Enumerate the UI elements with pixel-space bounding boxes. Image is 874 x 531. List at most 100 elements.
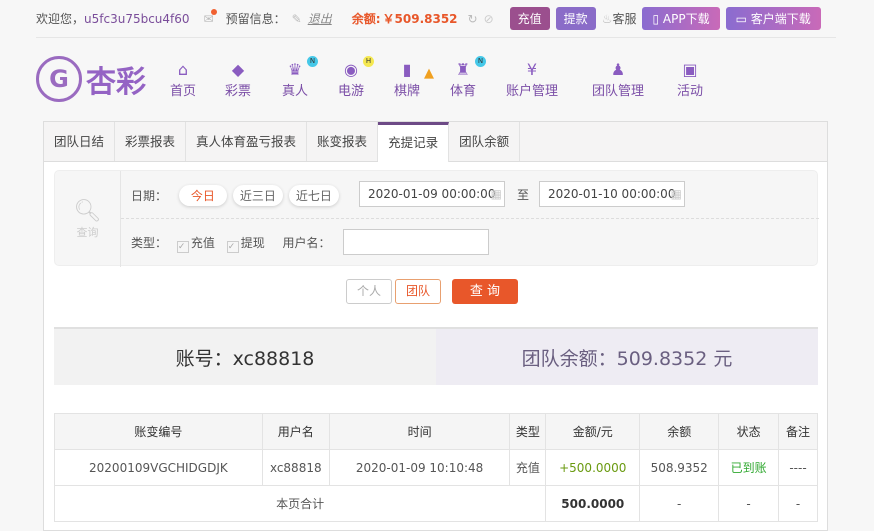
nav-label: 真人	[282, 84, 309, 99]
search-icon: 🔍︎	[73, 199, 102, 224]
end-date-value: 2020-01-10 00:00:00	[548, 187, 676, 201]
column-header: 用户名	[261, 413, 330, 450]
table-cell: 2020-01-09 10:10:48	[328, 449, 511, 486]
report-tabs: 团队日结 彩票报表 真人体育盈亏报表 账变报表 充提记录 团队余额	[44, 122, 827, 162]
table-cell: 充值	[509, 449, 547, 486]
username: u5fc3u75bcu4f60	[84, 11, 190, 26]
nav-item-1[interactable]: ◆ 彩票	[225, 60, 251, 99]
deposit-button[interactable]: 充值	[509, 7, 550, 30]
reserved-label: 预留信息：	[225, 12, 286, 26]
logo-emblem-icon: G	[36, 56, 82, 102]
service-label: 客服	[612, 12, 637, 26]
query-label: 查询	[76, 226, 99, 239]
trophy-icon: ♜ N	[450, 56, 487, 80]
nav-label: 体育	[450, 84, 477, 99]
welcome-label: 欢迎您，	[36, 12, 85, 26]
hide-balance-icon[interactable]: ⊘	[484, 12, 494, 26]
calendar-icon[interactable]: ▦	[671, 182, 682, 206]
column-header: 时间	[328, 413, 511, 450]
app-download-label: APP下载	[662, 12, 710, 26]
total-label: 本页合计	[53, 485, 547, 522]
tab-3[interactable]: 账变报表	[307, 122, 379, 161]
nav-item-5[interactable]: ♜ N 体育	[450, 56, 487, 99]
nav-label: 活动	[677, 84, 704, 99]
nav-item-3[interactable]: ◉ H 电游	[338, 56, 375, 99]
client-download-label: 客户端下载	[750, 12, 811, 26]
tab-2[interactable]: 真人体育盈亏报表	[186, 122, 308, 161]
edit-icon[interactable]: ✎	[292, 12, 302, 26]
calendar-icon[interactable]: ▦	[491, 182, 502, 206]
personal-button[interactable]: 个人	[346, 279, 392, 304]
filter-box: 🔍︎ 查询 日期： 今日 近三日 近七日 2020-01-09 00:00:00 ▦ 至…	[54, 170, 819, 267]
top-bar: 欢迎您， u5fc3u75bcu4f60 ✉ 预留信息： ✎ 退出 余额: ￥509…	[36, 0, 836, 38]
column-header: 类型	[509, 413, 547, 450]
date-row: 日期： 今日 近三日 近七日	[131, 185, 345, 206]
ticket-icon: ◆	[231, 60, 245, 79]
mail-icon[interactable]: ✉	[204, 8, 217, 26]
team-button[interactable]: 团队	[395, 279, 441, 304]
nav-item-6[interactable]: ¥ 账户管理	[506, 60, 558, 99]
divider	[121, 218, 819, 219]
team-icon: ♟	[610, 60, 626, 79]
main-nav: G 杏彩 ⌂ 首页 ◆ 彩票 ♛ N 真人 ◉ H 电游 ▮ ▲ 棋牌 ♜ N 体育 ¥ 账户管理 ♟ 团队管理 ▣ 活动	[36, 50, 836, 110]
column-header: 状态	[718, 413, 780, 450]
start-date-input[interactable]: 2020-01-09 00:00:00 ▦	[359, 181, 505, 207]
column-header: 金额/元	[545, 413, 641, 450]
client-download-button[interactable]: ▭ 客户端下载	[725, 7, 821, 30]
yen-coin-icon: ¥	[526, 60, 538, 79]
nav-label: 彩票	[225, 84, 252, 99]
tab-1[interactable]: 彩票报表	[115, 122, 187, 161]
nav-label: 账户管理	[506, 84, 559, 99]
refresh-icon[interactable]: ↻	[468, 12, 478, 26]
type-row: 类型： ✓ 充值 ✓ 提现 用户名：	[131, 234, 331, 253]
table-cell: xc88818	[261, 449, 330, 486]
total-note: -	[778, 485, 818, 522]
service-link[interactable]: ♨客服	[602, 10, 637, 27]
table-cell: 508.9352	[639, 449, 720, 486]
tab-4[interactable]: 充提记录	[378, 122, 450, 162]
content-panel: 团队日结 彩票报表 真人体育盈亏报表 账变报表 充提记录 团队余额 🔍︎ 查询 日期： 今日…	[43, 121, 828, 531]
table-row: 20200109VGCHIDGDJK xc88818 2020-01-09 10:1…	[54, 449, 818, 486]
monitor-icon: ▭	[735, 12, 751, 26]
badge-n-icon: N	[307, 56, 319, 67]
tab-5[interactable]: 团队余额	[449, 122, 521, 161]
live-dealer-icon: ♛ N	[282, 56, 319, 80]
withdraw-button[interactable]: 提款	[555, 7, 596, 30]
records-table: 账变编号 用户名 时间 类型 金额/元 余额 状态 备注 20200109VGCHIDGDJK…	[53, 413, 818, 522]
checkbox-icon: ✓	[176, 241, 189, 253]
deposit-label: 充值	[190, 236, 215, 250]
account-summary: 账号：xc88818 团队余额：509.8352 元	[54, 327, 818, 385]
total-amount: 500.0000	[545, 485, 641, 522]
nav-item-4[interactable]: ▮ ▲ 棋牌	[394, 60, 434, 99]
end-date-input[interactable]: 2020-01-10 00:00:00 ▦	[539, 181, 685, 207]
start-date-value: 2020-01-09 00:00:00	[368, 187, 496, 201]
table-cell: 20200109VGCHIDGDJK	[54, 449, 263, 486]
app-download-button[interactable]: ▯ APP下载	[642, 7, 720, 30]
today-button[interactable]: 今日	[178, 185, 227, 206]
balance-label: 余额:	[351, 12, 381, 26]
tab-0[interactable]: 团队日结	[44, 122, 116, 161]
phone-icon: ▯	[652, 12, 663, 26]
logout-link[interactable]: 退出	[308, 10, 332, 27]
logo-text: 杏彩	[86, 65, 146, 100]
gamepad-icon: ◉ H	[338, 56, 375, 80]
username-input[interactable]	[343, 229, 489, 255]
nav-item-7[interactable]: ♟ 团队管理	[592, 60, 644, 99]
withdraw-checkbox[interactable]: ✓ 提现	[226, 236, 265, 253]
service-icon: ♨	[601, 12, 613, 26]
seven-days-button[interactable]: 近七日	[288, 185, 339, 206]
column-header: 账变编号	[54, 413, 263, 450]
home-icon: ⌂	[177, 60, 189, 79]
deposit-checkbox[interactable]: ✓ 充值	[176, 236, 215, 253]
badge-n-icon: N	[475, 56, 487, 67]
withdraw-label: 提现	[240, 236, 265, 250]
nav-item-2[interactable]: ♛ N 真人	[282, 56, 319, 99]
nav-item-8[interactable]: ▣ 活动	[677, 60, 703, 99]
logo[interactable]: G 杏彩	[36, 56, 146, 102]
three-days-button[interactable]: 近三日	[232, 185, 283, 206]
hot-flame-icon: ▲	[424, 66, 435, 81]
nav-item-0[interactable]: ⌂ 首页	[170, 60, 196, 99]
search-button[interactable]: 查 询	[452, 279, 518, 304]
nav-label: 电游	[338, 84, 365, 99]
total-status: -	[718, 485, 780, 522]
